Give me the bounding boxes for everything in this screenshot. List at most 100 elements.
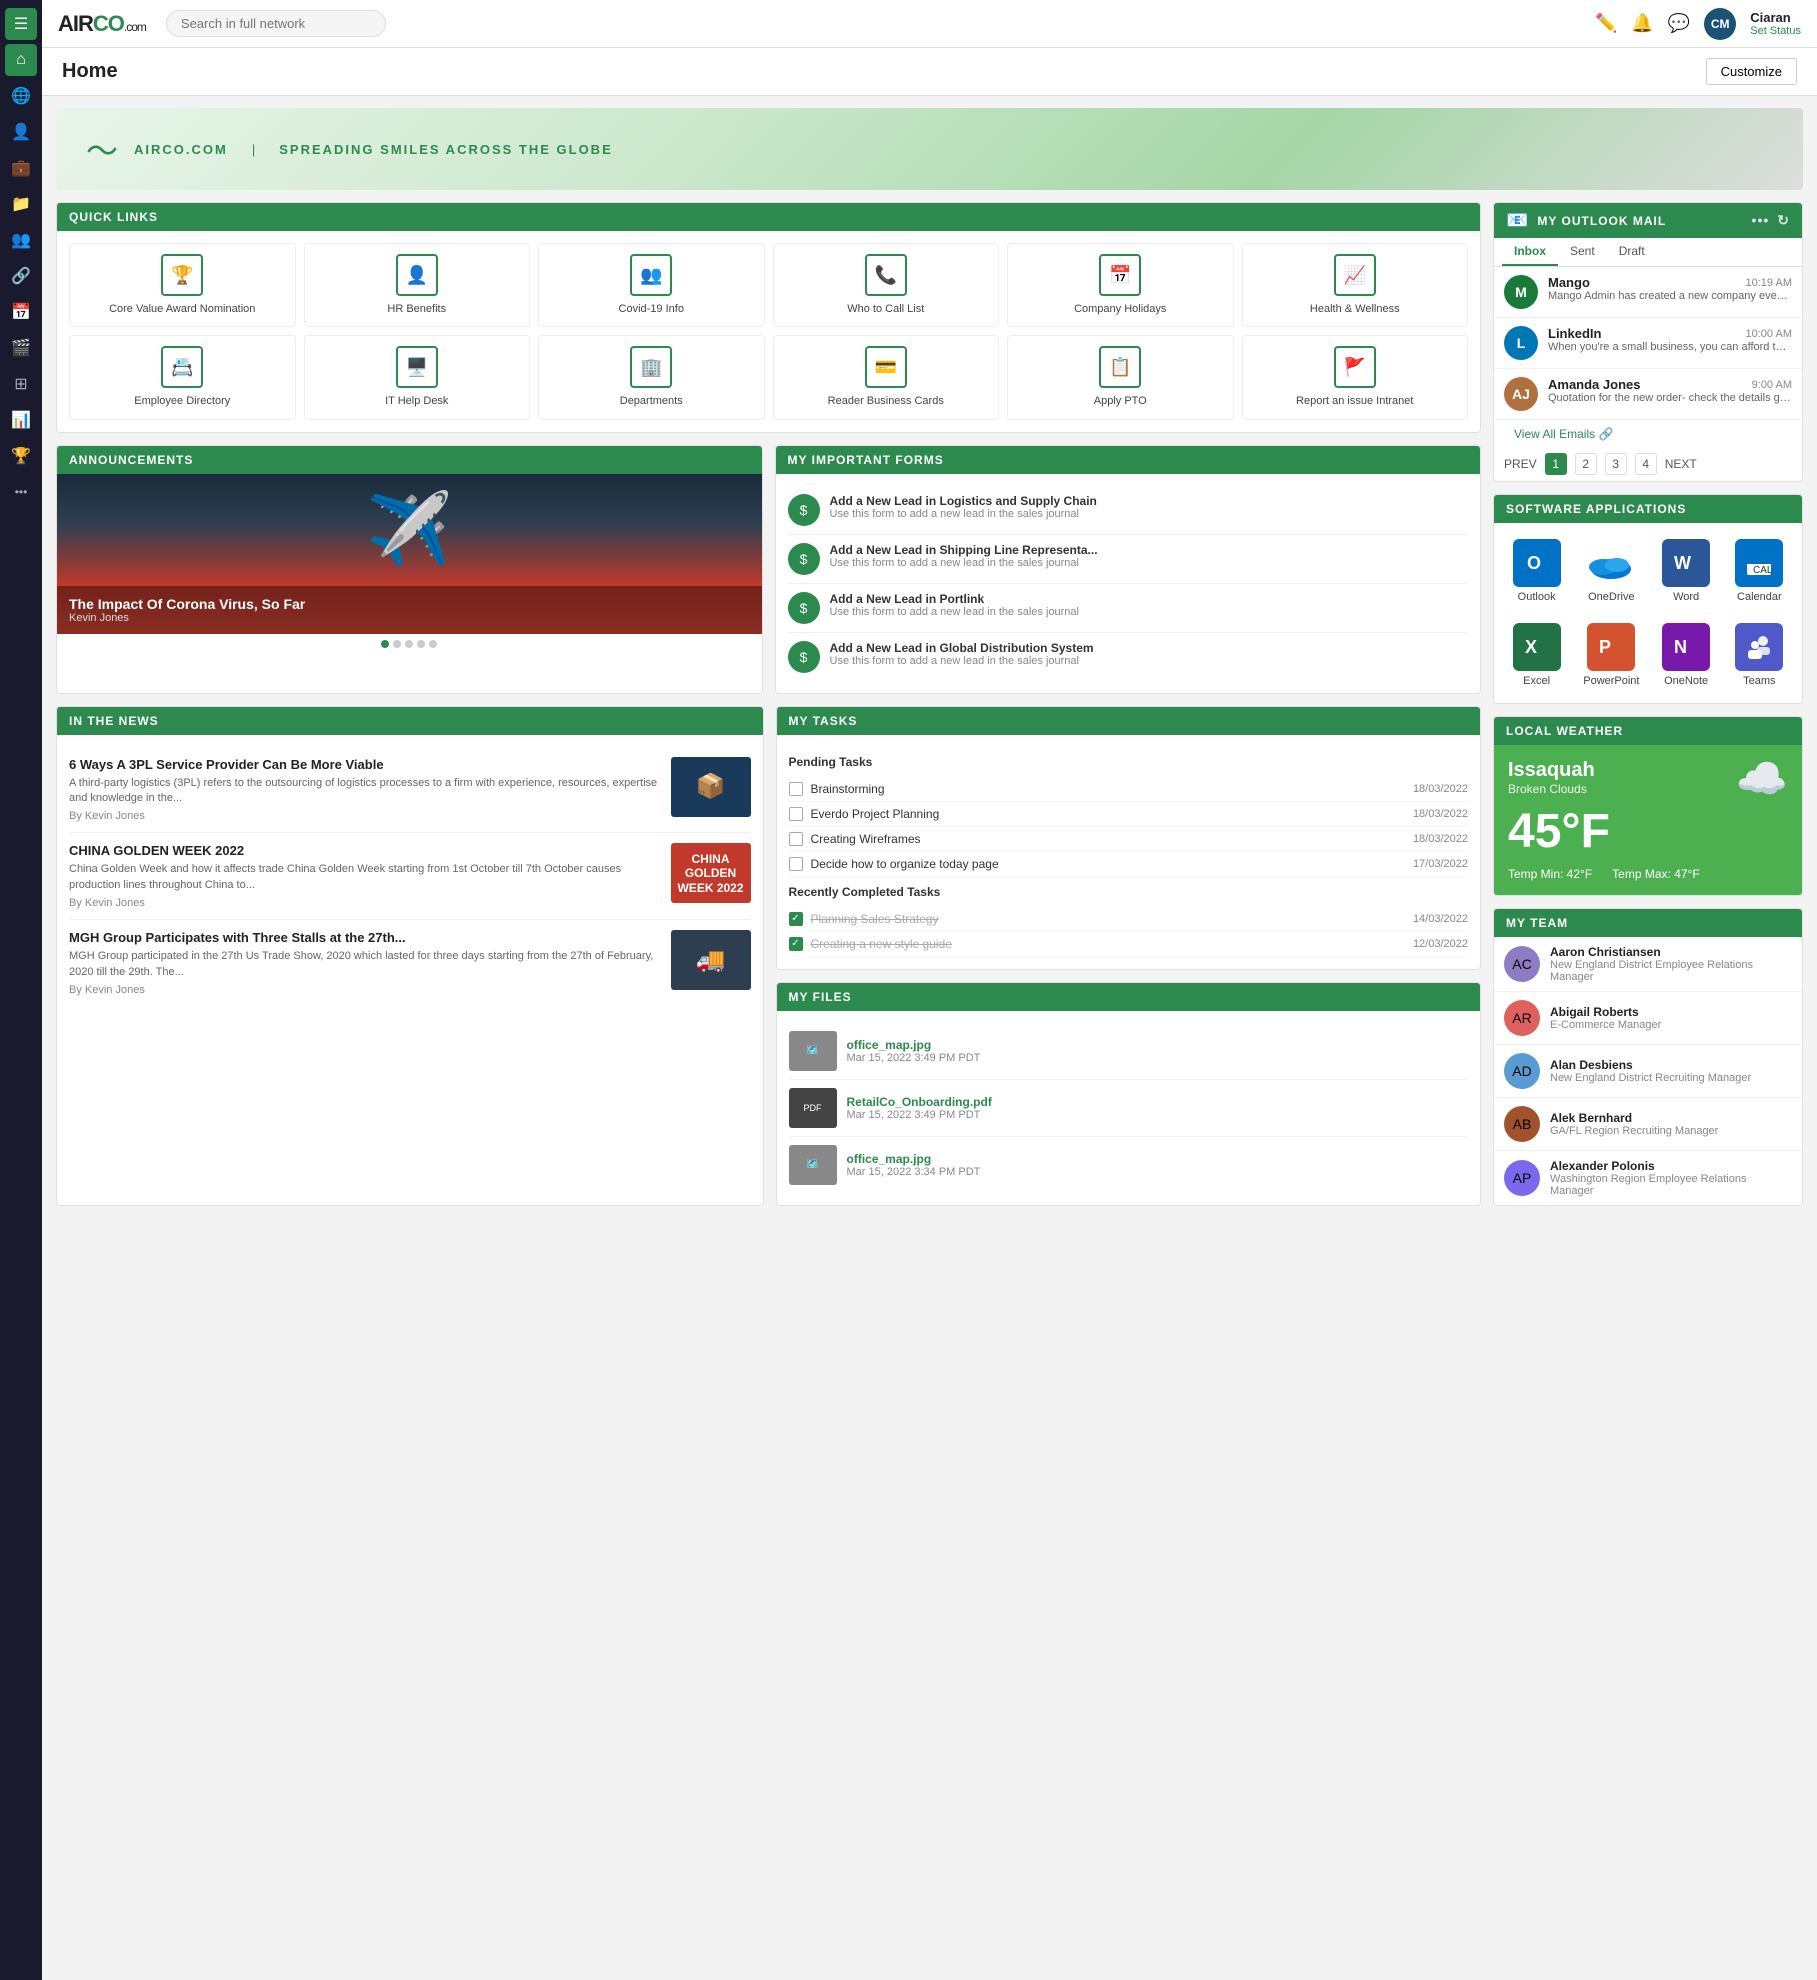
task-check-5[interactable]: ✓ — [789, 912, 803, 926]
news-body: 6 Ways A 3PL Service Provider Can Be Mor… — [57, 735, 763, 1018]
quick-link-holidays[interactable]: 📅 Company Holidays — [1007, 243, 1234, 327]
mail-more-icon[interactable]: ••• — [1752, 212, 1770, 229]
task-check-1[interactable] — [789, 782, 803, 796]
app-powerpoint[interactable]: P PowerPoint — [1577, 617, 1645, 693]
quick-link-directory[interactable]: 📇 Employee Directory — [69, 335, 296, 419]
dot-2[interactable] — [393, 640, 401, 648]
app-outlook[interactable]: O Outlook — [1504, 533, 1569, 609]
form-item-2[interactable]: $ Add a New Lead in Shipping Line Repres… — [788, 535, 1469, 584]
mail-prev[interactable]: PREV — [1504, 457, 1537, 471]
team-member-alexander[interactable]: AP Alexander Polonis Washington Region E… — [1494, 1151, 1802, 1205]
form-item-3[interactable]: $ Add a New Lead in Portlink Use this fo… — [788, 584, 1469, 633]
team-member-abigail[interactable]: AR Abigail Roberts E-Commerce Manager — [1494, 992, 1802, 1045]
quick-link-covid[interactable]: 👥 Covid-19 Info — [538, 243, 765, 327]
mail-avatar-amanda: AJ — [1504, 377, 1538, 411]
team-member-alek[interactable]: AB Alek Bernhard GA/FL Region Recruiting… — [1494, 1098, 1802, 1151]
sidebar-home[interactable]: ⌂ — [5, 44, 37, 76]
sidebar-briefcase[interactable]: 💼 — [5, 152, 37, 184]
news-item-2[interactable]: CHINA GOLDEN WEEK 2022 China Golden Week… — [69, 833, 751, 920]
quick-link-it[interactable]: 🖥️ IT Help Desk — [304, 335, 531, 419]
tab-draft[interactable]: Draft — [1607, 238, 1657, 266]
news-text-2: CHINA GOLDEN WEEK 2022 China Golden Week… — [69, 843, 661, 909]
quick-link-health[interactable]: 📈 Health & Wellness — [1242, 243, 1469, 327]
quick-link-report[interactable]: 🚩 Report an issue Intranet — [1242, 335, 1469, 419]
quick-links-body: 🏆 Core Value Award Nomination 👤 HR Benef… — [57, 231, 1480, 432]
sidebar-chart[interactable]: 📊 — [5, 404, 37, 436]
app-onenote[interactable]: N OneNote — [1654, 617, 1719, 693]
app-word[interactable]: W Word — [1654, 533, 1719, 609]
tasks-files-col: MY TASKS Pending Tasks Brainstorming 18/… — [776, 706, 1482, 1206]
form-title-4: Add a New Lead in Global Distribution Sy… — [830, 641, 1094, 655]
files-section: MY FILES 🗺️ office_map.jpg Mar 15, 2022 … — [776, 982, 1482, 1206]
dot-4[interactable] — [417, 640, 425, 648]
sidebar-trophy[interactable]: 🏆 — [5, 440, 37, 472]
dot-3[interactable] — [405, 640, 413, 648]
covid-icon: 👥 — [630, 254, 672, 296]
chat-icon[interactable]: 💬 — [1668, 13, 1690, 34]
quick-link-pto[interactable]: 📋 Apply PTO — [1007, 335, 1234, 419]
app-calendar[interactable]: CAL Calendar — [1727, 533, 1792, 609]
quick-link-who-to-call[interactable]: 📞 Who to Call List — [773, 243, 1000, 327]
team-member-alan[interactable]: AD Alan Desbiens New England District Re… — [1494, 1045, 1802, 1098]
sidebar-calendar[interactable]: 📅 — [5, 296, 37, 328]
sidebar-folder[interactable]: 📁 — [5, 188, 37, 220]
sidebar-grid[interactable]: ⊞ — [5, 368, 37, 400]
quick-link-core-value[interactable]: 🏆 Core Value Award Nomination — [69, 243, 296, 327]
tab-sent[interactable]: Sent — [1558, 238, 1607, 266]
form-item-1[interactable]: $ Add a New Lead in Logistics and Supply… — [788, 486, 1469, 535]
app-teams[interactable]: Teams — [1727, 617, 1792, 693]
bell-icon[interactable]: 🔔 — [1631, 13, 1653, 34]
edit-icon[interactable]: ✏️ — [1595, 13, 1617, 34]
form-item-4[interactable]: $ Add a New Lead in Global Distribution … — [788, 633, 1469, 681]
who-to-call-label: Who to Call List — [847, 302, 924, 316]
quick-link-reader[interactable]: 💳 Reader Business Cards — [773, 335, 1000, 419]
view-all-emails-link[interactable]: View All Emails 🔗 — [1504, 421, 1623, 447]
app-onedrive[interactable]: OneDrive — [1577, 533, 1645, 609]
mail-page-4[interactable]: 4 — [1635, 453, 1657, 475]
set-status-link[interactable]: Set Status — [1750, 25, 1801, 37]
team-member-aaron[interactable]: AC Aaron Christiansen New England Distri… — [1494, 937, 1802, 992]
search-input[interactable] — [166, 10, 386, 37]
team-name-alan: Alan Desbiens — [1550, 1058, 1751, 1072]
mail-page-2[interactable]: 2 — [1575, 453, 1597, 475]
mail-page-3[interactable]: 3 — [1605, 453, 1627, 475]
task-label-2: Everdo Project Planning — [811, 807, 1405, 821]
dot-5[interactable] — [429, 640, 437, 648]
hamburger-menu[interactable]: ☰ — [5, 8, 37, 40]
customize-button[interactable]: Customize — [1706, 58, 1797, 85]
quick-link-departments[interactable]: 🏢 Departments — [538, 335, 765, 419]
task-check-6[interactable]: ✓ — [789, 937, 803, 951]
sidebar-video[interactable]: 🎬 — [5, 332, 37, 364]
mail-item-linkedin[interactable]: L LinkedIn 10:00 AM When you're a small … — [1494, 318, 1802, 369]
task-check-4[interactable] — [789, 857, 803, 871]
teams-icon — [1735, 623, 1783, 671]
mail-item-amanda[interactable]: AJ Amanda Jones 9:00 AM Quotation for th… — [1494, 369, 1802, 420]
task-date-3: 18/03/2022 — [1413, 833, 1468, 845]
tab-inbox[interactable]: Inbox — [1502, 238, 1558, 266]
mail-next[interactable]: NEXT — [1665, 457, 1697, 471]
task-check-2[interactable] — [789, 807, 803, 821]
topnav: AIRCO.com ✏️ 🔔 💬 CM Ciaran Set Status — [42, 0, 1817, 48]
sidebar-person[interactable]: 👤 — [5, 116, 37, 148]
mail-refresh-icon[interactable]: ↻ — [1777, 212, 1790, 229]
file-name-3[interactable]: office_map.jpg — [847, 1152, 981, 1166]
file-name-2[interactable]: RetailCo_Onboarding.pdf — [847, 1095, 992, 1109]
user-avatar[interactable]: CM — [1704, 8, 1736, 40]
app-excel[interactable]: X Excel — [1504, 617, 1569, 693]
sidebar-globe[interactable]: 🌐 — [5, 80, 37, 112]
dot-1[interactable] — [381, 640, 389, 648]
sidebar-network[interactable]: 🔗 — [5, 260, 37, 292]
team-role-alexander: Washington Region Employee Relations Man… — [1550, 1173, 1792, 1197]
word-label: Word — [1673, 591, 1699, 603]
task-check-3[interactable] — [789, 832, 803, 846]
sidebar-more[interactable]: ••• — [5, 476, 37, 508]
banner-divider: | — [252, 142, 255, 157]
sidebar-people[interactable]: 👥 — [5, 224, 37, 256]
mail-page-1[interactable]: 1 — [1545, 453, 1567, 475]
file-name-1[interactable]: office_map.jpg — [847, 1038, 981, 1052]
news-item-1[interactable]: 6 Ways A 3PL Service Provider Can Be Mor… — [69, 747, 751, 834]
news-item-3[interactable]: MGH Group Participates with Three Stalls… — [69, 920, 751, 1006]
mail-item-mango[interactable]: M Mango 10:19 AM Mango Admin has created… — [1494, 267, 1802, 318]
departments-icon: 🏢 — [630, 346, 672, 388]
quick-link-hr[interactable]: 👤 HR Benefits — [304, 243, 531, 327]
